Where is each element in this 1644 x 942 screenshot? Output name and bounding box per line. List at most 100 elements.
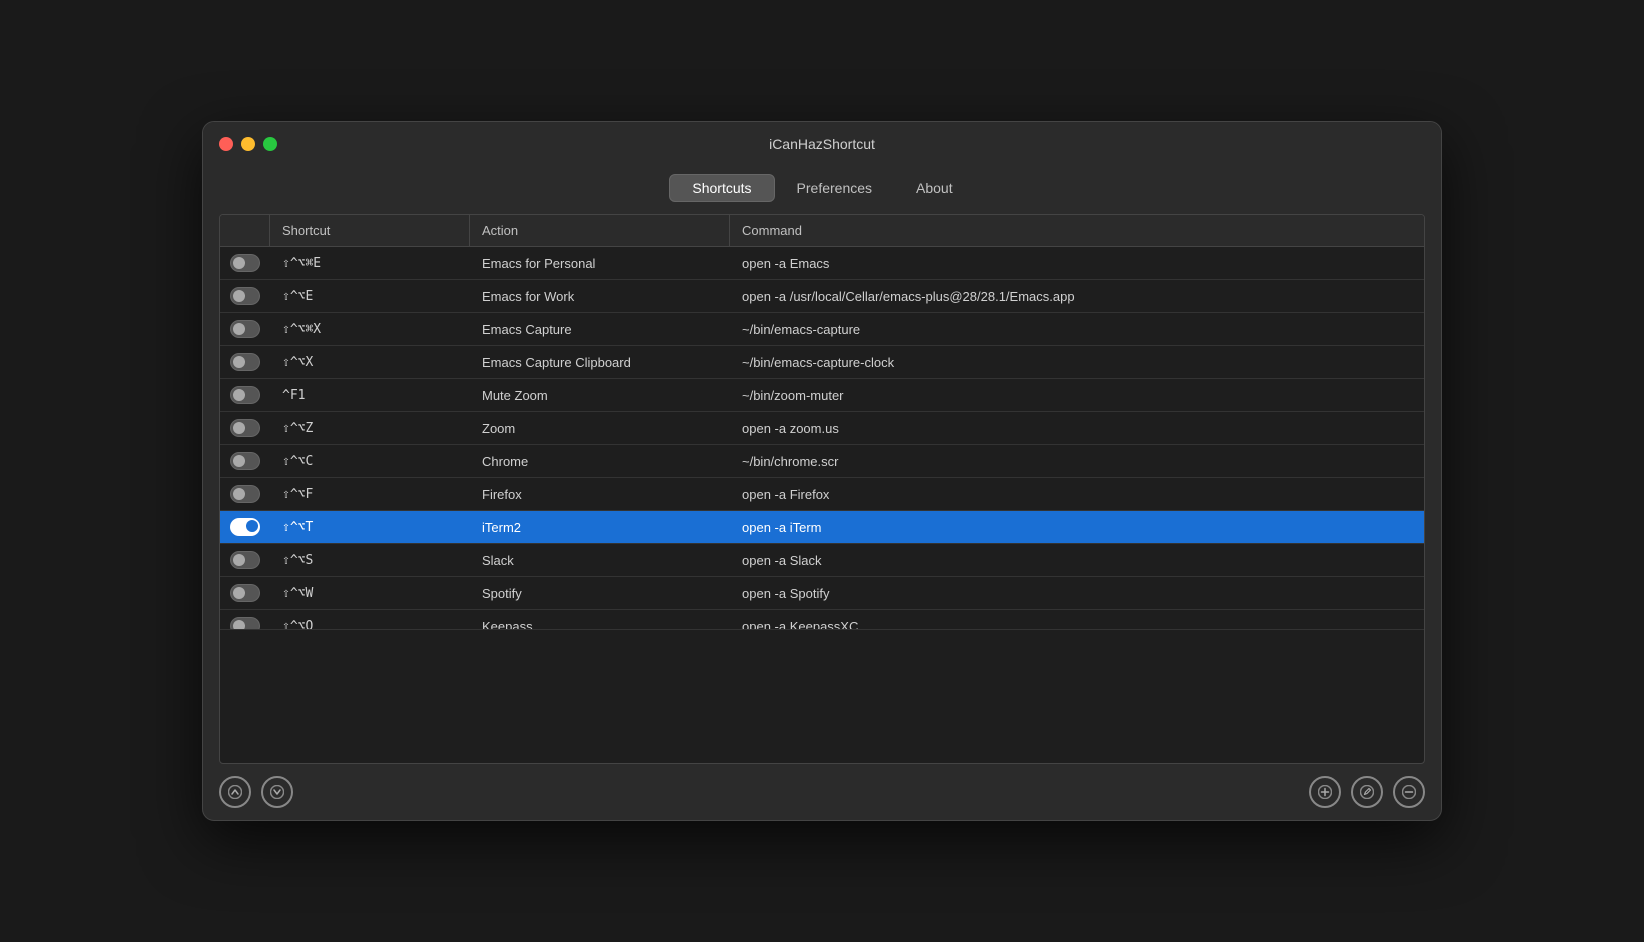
toggle-switch[interactable] bbox=[230, 419, 260, 437]
toggle-knob bbox=[246, 520, 258, 532]
app-window: iCanHazShortcut Shortcuts Preferences Ab… bbox=[202, 121, 1442, 821]
table-row[interactable]: ⇧^⌥ZZoomopen -a zoom.us bbox=[220, 412, 1424, 445]
maximize-button[interactable] bbox=[263, 137, 277, 151]
minus-icon bbox=[1402, 785, 1416, 799]
command-cell: ~/bin/emacs-capture-clock bbox=[730, 348, 1424, 377]
toggle-knob bbox=[233, 257, 245, 269]
tab-about[interactable]: About bbox=[894, 174, 975, 202]
tab-preferences[interactable]: Preferences bbox=[775, 174, 894, 202]
action-cell: Emacs for Work bbox=[470, 282, 730, 311]
toggle-switch[interactable] bbox=[230, 518, 260, 536]
table-row[interactable]: ⇧^⌥OKeepassopen -a KeepassXC bbox=[220, 610, 1424, 630]
toggle-switch[interactable] bbox=[230, 287, 260, 305]
close-button[interactable] bbox=[219, 137, 233, 151]
action-cell: Spotify bbox=[470, 579, 730, 608]
toggle-switch[interactable] bbox=[230, 386, 260, 404]
command-cell: ~/bin/zoom-muter bbox=[730, 381, 1424, 410]
command-cell: open -a iTerm bbox=[730, 513, 1424, 542]
action-cell: Emacs Capture bbox=[470, 315, 730, 344]
toggle-cell bbox=[220, 544, 270, 576]
arrow-down-icon bbox=[270, 785, 284, 799]
toggle-switch[interactable] bbox=[230, 485, 260, 503]
toggle-cell bbox=[220, 610, 270, 630]
toggle-cell bbox=[220, 379, 270, 411]
window-title: iCanHazShortcut bbox=[769, 136, 875, 152]
toggle-switch[interactable] bbox=[230, 254, 260, 272]
remove-button[interactable] bbox=[1393, 776, 1425, 808]
col-header-shortcut: Shortcut bbox=[270, 215, 470, 246]
tab-bar: Shortcuts Preferences About bbox=[203, 166, 1441, 214]
move-up-button[interactable] bbox=[219, 776, 251, 808]
shortcut-cell: ⇧^⌥T bbox=[270, 513, 470, 542]
toggle-knob bbox=[233, 620, 245, 630]
action-cell: Chrome bbox=[470, 447, 730, 476]
toggle-knob bbox=[233, 323, 245, 335]
table-row[interactable]: ⇧^⌥CChrome~/bin/chrome.scr bbox=[220, 445, 1424, 478]
toggle-knob bbox=[233, 290, 245, 302]
action-cell: Zoom bbox=[470, 414, 730, 443]
toggle-knob bbox=[233, 587, 245, 599]
col-header-action: Action bbox=[470, 215, 730, 246]
arrow-up-icon bbox=[228, 785, 242, 799]
action-buttons bbox=[1309, 776, 1425, 808]
shortcut-cell: ⇧^⌥C bbox=[270, 447, 470, 476]
toggle-switch[interactable] bbox=[230, 320, 260, 338]
table-row[interactable]: ⇧^⌥FFirefoxopen -a Firefox bbox=[220, 478, 1424, 511]
shortcut-cell: ⇧^⌥W bbox=[270, 579, 470, 608]
edit-button[interactable] bbox=[1351, 776, 1383, 808]
toggle-knob bbox=[233, 488, 245, 500]
table-row[interactable]: ⇧^⌥XEmacs Capture Clipboard~/bin/emacs-c… bbox=[220, 346, 1424, 379]
edit-icon bbox=[1360, 785, 1374, 799]
toggle-cell bbox=[220, 313, 270, 345]
bottom-bar bbox=[203, 764, 1441, 820]
table-row[interactable]: ⇧^⌥WSpotifyopen -a Spotify bbox=[220, 577, 1424, 610]
toggle-knob bbox=[233, 554, 245, 566]
traffic-lights bbox=[219, 137, 277, 151]
shortcut-cell: ^F1 bbox=[270, 381, 470, 410]
minimize-button[interactable] bbox=[241, 137, 255, 151]
table-row[interactable]: ^F1Mute Zoom~/bin/zoom-muter bbox=[220, 379, 1424, 412]
toggle-switch[interactable] bbox=[230, 617, 260, 630]
toggle-cell bbox=[220, 280, 270, 312]
action-cell: Slack bbox=[470, 546, 730, 575]
action-cell: Emacs for Personal bbox=[470, 249, 730, 278]
shortcuts-table-container: Shortcut Action Command ⇧^⌥⌘EEmacs for P… bbox=[219, 214, 1425, 764]
command-cell: open -a Firefox bbox=[730, 480, 1424, 509]
toggle-switch[interactable] bbox=[230, 584, 260, 602]
command-cell: open -a Emacs bbox=[730, 249, 1424, 278]
move-down-button[interactable] bbox=[261, 776, 293, 808]
table-row[interactable]: ⇧^⌥EEmacs for Workopen -a /usr/local/Cel… bbox=[220, 280, 1424, 313]
action-cell: Mute Zoom bbox=[470, 381, 730, 410]
toggle-cell bbox=[220, 247, 270, 279]
table-row[interactable]: ⇧^⌥TiTerm2open -a iTerm bbox=[220, 511, 1424, 544]
toggle-switch[interactable] bbox=[230, 452, 260, 470]
toggle-switch[interactable] bbox=[230, 353, 260, 371]
shortcut-cell: ⇧^⌥Z bbox=[270, 414, 470, 443]
shortcut-cell: ⇧^⌥S bbox=[270, 546, 470, 575]
toggle-cell bbox=[220, 346, 270, 378]
table-row[interactable]: ⇧^⌥⌘XEmacs Capture~/bin/emacs-capture bbox=[220, 313, 1424, 346]
command-cell: open -a /usr/local/Cellar/emacs-plus@28/… bbox=[730, 282, 1424, 311]
toggle-knob bbox=[233, 422, 245, 434]
toggle-cell bbox=[220, 577, 270, 609]
toggle-cell bbox=[220, 478, 270, 510]
action-cell: Keepass bbox=[470, 612, 730, 631]
command-cell: open -a Slack bbox=[730, 546, 1424, 575]
table-row[interactable]: ⇧^⌥⌘EEmacs for Personalopen -a Emacs bbox=[220, 247, 1424, 280]
shortcut-cell: ⇧^⌥F bbox=[270, 480, 470, 509]
toggle-switch[interactable] bbox=[230, 551, 260, 569]
command-cell: ~/bin/emacs-capture bbox=[730, 315, 1424, 344]
shortcut-cell: ⇧^⌥X bbox=[270, 348, 470, 377]
col-header-toggle bbox=[220, 215, 270, 246]
shortcut-cell: ⇧^⌥⌘E bbox=[270, 249, 470, 278]
action-cell: iTerm2 bbox=[470, 513, 730, 542]
move-buttons bbox=[219, 776, 293, 808]
toggle-cell bbox=[220, 511, 270, 543]
add-button[interactable] bbox=[1309, 776, 1341, 808]
table-row[interactable]: ⇧^⌥SSlackopen -a Slack bbox=[220, 544, 1424, 577]
command-cell: open -a zoom.us bbox=[730, 414, 1424, 443]
command-cell: open -a KeepassXC bbox=[730, 612, 1424, 631]
title-bar: iCanHazShortcut bbox=[203, 122, 1441, 166]
command-cell: ~/bin/chrome.scr bbox=[730, 447, 1424, 476]
tab-shortcuts[interactable]: Shortcuts bbox=[669, 174, 774, 202]
